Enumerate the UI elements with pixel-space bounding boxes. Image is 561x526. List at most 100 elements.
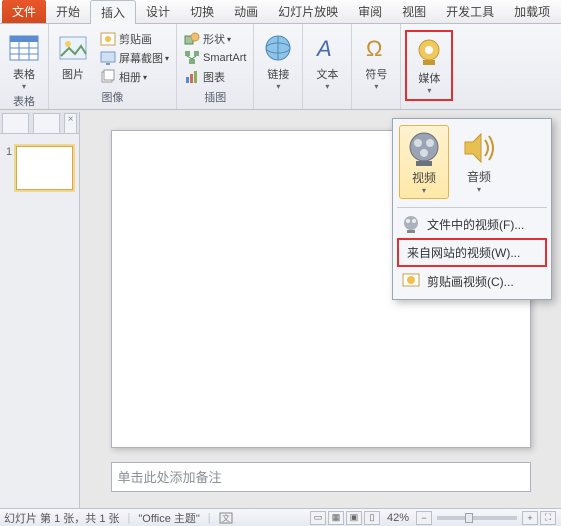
tab-file[interactable]: 文件 [2, 0, 46, 23]
group-media: 媒体 ▾ [401, 24, 457, 109]
video-label: 视频 [412, 169, 436, 186]
clipart-label: 剪贴画 [119, 31, 152, 47]
fit-button[interactable]: ⛶ [540, 511, 556, 525]
table-button[interactable]: 表格 ▾ [4, 30, 44, 93]
symbol-icon: Ω [360, 32, 392, 64]
tab-developer[interactable]: 开发工具 [436, 0, 504, 23]
zoom-knob[interactable] [465, 513, 473, 523]
tab-transitions[interactable]: 切换 [180, 0, 224, 23]
tab-review[interactable]: 审阅 [348, 0, 392, 23]
view-reading-button[interactable]: ▣ [346, 511, 362, 525]
svg-text:Ω: Ω [366, 36, 382, 61]
group-title-tables: 表格 [13, 93, 35, 111]
picture-label: 图片 [62, 66, 84, 82]
zoom-slider[interactable] [437, 516, 517, 520]
tab-addin[interactable]: 加载项 [504, 0, 560, 23]
thumbnail-close[interactable]: × [64, 113, 77, 133]
tab-home[interactable]: 开始 [46, 0, 90, 23]
svg-text:文: 文 [222, 513, 230, 523]
status-slide-info: 幻灯片 第 1 张，共 1 张 [4, 510, 120, 526]
view-sorter-button[interactable]: ▦ [328, 511, 344, 525]
thumbnail-tab-slides[interactable] [2, 113, 29, 133]
text-label: 文本 [316, 66, 338, 82]
svg-text:A: A [315, 36, 332, 61]
lang-icon: 文 [219, 511, 233, 525]
chevron-down-icon: ▾ [22, 82, 26, 91]
tab-slideshow[interactable]: 幻灯片放映 [268, 0, 348, 23]
group-symbol: Ω 符号 ▾ [352, 24, 401, 109]
thumbnail-tab-outline[interactable] [33, 113, 60, 133]
chevron-down-icon: ▾ [276, 82, 280, 91]
thumbnail-number: 1 [6, 146, 12, 158]
tab-bar: 文件 开始 插入 设计 切换 动画 幻灯片放映 审阅 视图 开发工具 加载项 [0, 0, 561, 24]
zoom-in-button[interactable]: + [522, 511, 538, 525]
link-button[interactable]: 链接 ▾ [258, 30, 298, 93]
smartart-icon [184, 50, 200, 66]
slide-thumbnail[interactable]: 1 [6, 146, 73, 190]
text-icon: A [311, 32, 343, 64]
media-icon [413, 36, 445, 68]
chart-button[interactable]: 图表 [181, 68, 249, 86]
shapes-icon [184, 31, 200, 47]
video-from-file-label: 文件中的视频(F)... [427, 216, 524, 233]
audio-button[interactable]: 音频 ▾ [455, 125, 503, 199]
tab-insert[interactable]: 插入 [90, 0, 136, 24]
link-icon [262, 32, 294, 64]
group-text: A 文本 ▾ [303, 24, 352, 109]
thumbnail-tabs: × [0, 112, 79, 134]
table-icon [8, 32, 40, 64]
symbol-label: 符号 [365, 66, 387, 82]
media-button[interactable]: 媒体 ▾ [405, 30, 453, 101]
picture-button[interactable]: 图片 [53, 30, 93, 84]
clipart-video-icon [401, 271, 421, 291]
group-title-illus: 插图 [204, 89, 226, 107]
video-icon [404, 129, 444, 169]
thumbnail-pane: × 1 [0, 112, 80, 508]
shapes-label: 形状 [203, 31, 225, 47]
chevron-down-icon: ▾ [427, 86, 431, 95]
group-illustrations: 形状▾ SmartArt 图表 插图 [177, 24, 254, 109]
table-label: 表格 [13, 66, 35, 82]
link-label: 链接 [267, 66, 289, 82]
shapes-button[interactable]: 形状▾ [181, 30, 249, 48]
chevron-down-icon: ▾ [325, 82, 329, 91]
album-label: 相册 [119, 69, 141, 85]
media-dropdown: 视频 ▾ 音频 ▾ 文件中的视频(F)... 来自网站的视频(W)... 剪贴画… [392, 118, 552, 300]
clipart-button[interactable]: 剪贴画 [97, 30, 172, 48]
symbol-button[interactable]: Ω 符号 ▾ [356, 30, 396, 93]
picture-icon [57, 32, 89, 64]
video-from-web-label: 来自网站的视频(W)... [407, 244, 520, 261]
group-tables: 表格 ▾ 表格 [0, 24, 49, 109]
video-from-file[interactable]: 文件中的视频(F)... [393, 210, 551, 238]
smartart-button[interactable]: SmartArt [181, 49, 249, 67]
zoom-out-button[interactable]: − [416, 511, 432, 525]
video-from-web[interactable]: 来自网站的视频(W)... [397, 238, 547, 267]
video-button[interactable]: 视频 ▾ [399, 125, 449, 199]
tab-design[interactable]: 设计 [136, 0, 180, 23]
status-zoom: 42% [387, 512, 409, 524]
tab-view[interactable]: 视图 [392, 0, 436, 23]
album-icon [100, 69, 116, 85]
video-from-clipart[interactable]: 剪贴画视频(C)... [393, 267, 551, 295]
thumbnail-preview [16, 146, 73, 190]
notes-pane[interactable]: 单击此处添加备注 [111, 462, 531, 492]
album-button[interactable]: 相册▾ [97, 68, 172, 86]
chart-icon [184, 69, 200, 85]
tab-animation[interactable]: 动画 [224, 0, 268, 23]
group-link: 链接 ▾ [254, 24, 303, 109]
ribbon: 表格 ▾ 表格 图片 剪贴画 屏幕截图▾ [0, 24, 561, 110]
view-normal-button[interactable]: ▭ [310, 511, 326, 525]
screenshot-button[interactable]: 屏幕截图▾ [97, 49, 172, 67]
status-bar: 幻灯片 第 1 张，共 1 张 | "Office 主题" | 文 ▭ ▦ ▣ … [0, 508, 561, 526]
smartart-label: SmartArt [203, 52, 246, 64]
view-slideshow-button[interactable]: ▯ [364, 511, 380, 525]
media-label: 媒体 [418, 70, 440, 86]
chart-label: 图表 [203, 69, 225, 85]
film-file-icon [401, 214, 421, 234]
video-from-clipart-label: 剪贴画视频(C)... [427, 273, 514, 290]
screenshot-icon [100, 50, 116, 66]
clipart-icon [100, 31, 116, 47]
status-theme: "Office 主题" [138, 510, 199, 526]
audio-icon [459, 128, 499, 168]
text-button[interactable]: A 文本 ▾ [307, 30, 347, 93]
